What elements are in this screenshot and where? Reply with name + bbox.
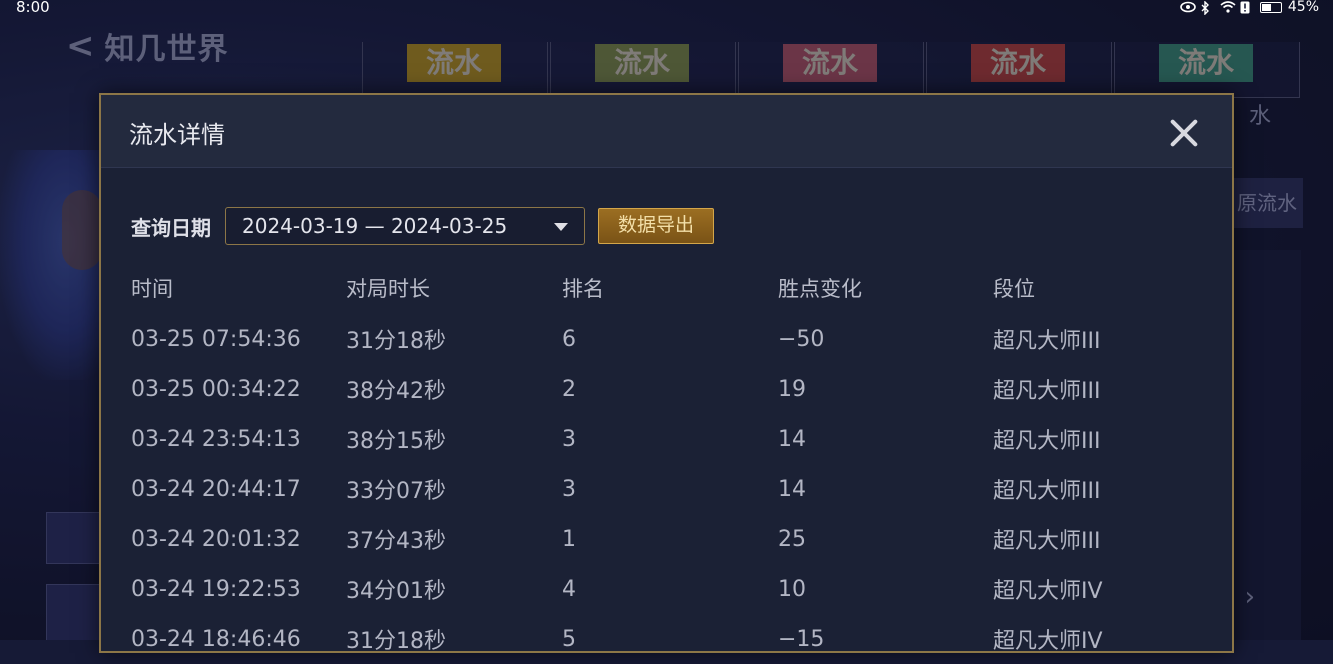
- date-range-value: 2024-03-19 — 2024-03-25: [242, 214, 508, 238]
- eye-icon: [1180, 1, 1196, 13]
- cell-tier: 超凡大师III: [993, 479, 1101, 504]
- cell-points-change: 14: [778, 426, 806, 452]
- battery-level: 45%: [1287, 0, 1319, 15]
- cell-duration: 38分42秒: [346, 379, 446, 404]
- cell-points-change: 10: [778, 576, 806, 602]
- table-row: 03-24 20:44:17 33分07秒 3 14 超凡大师III: [131, 464, 1231, 514]
- table-row: 03-24 20:01:32 37分43秒 1 25 超凡大师III: [131, 514, 1231, 564]
- column-header-duration: 对局时长: [346, 277, 430, 301]
- cell-duration: 34分01秒: [346, 579, 446, 604]
- dialog-title: 流水详情: [129, 121, 225, 149]
- cell-rank: 6: [562, 326, 576, 352]
- cell-tier: 超凡大师III: [993, 329, 1101, 354]
- status-bar: 8:00 45%: [0, 0, 1333, 18]
- table-row: 03-24 19:22:53 34分01秒 4 10 超凡大师IV: [131, 564, 1231, 614]
- cell-tier: 超凡大师III: [993, 529, 1101, 554]
- cell-duration: 38分15秒: [346, 429, 446, 454]
- query-row: 查询日期 2024-03-19 — 2024-03-25 数据导出: [131, 207, 714, 245]
- cell-rank: 4: [562, 576, 576, 602]
- cell-time: 03-24 23:54:13: [131, 426, 301, 452]
- close-icon[interactable]: [1168, 117, 1200, 149]
- date-range-select[interactable]: 2024-03-19 — 2024-03-25: [225, 207, 585, 245]
- column-header-tier: 段位: [993, 277, 1035, 301]
- column-header-points-change: 胜点变化: [778, 277, 862, 301]
- table-row: 03-25 07:54:36 31分18秒 6 −50 超凡大师III: [131, 314, 1231, 364]
- cell-points-change: −50: [778, 326, 825, 352]
- battery-icon: [1259, 1, 1282, 13]
- cell-rank: 3: [562, 426, 576, 452]
- cell-points-change: 25: [778, 526, 806, 552]
- column-header-time: 时间: [131, 277, 173, 301]
- cell-time: 03-24 18:46:46: [131, 626, 301, 652]
- cell-rank: 1: [562, 526, 576, 552]
- cell-tier: 超凡大师IV: [993, 629, 1103, 654]
- stream-details-dialog: 流水详情 查询日期 2024-03-19 — 2024-03-25 数据导出 时…: [99, 93, 1234, 654]
- wifi-icon: [1220, 1, 1236, 13]
- export-data-button[interactable]: 数据导出: [598, 208, 714, 244]
- cell-points-change: 19: [778, 376, 806, 402]
- cell-tier: 超凡大师III: [993, 379, 1101, 404]
- cell-time: 03-25 00:34:22: [131, 376, 301, 402]
- cell-tier: 超凡大师IV: [993, 579, 1103, 604]
- cell-duration: 33分07秒: [346, 479, 446, 504]
- cell-points-change: −15: [778, 626, 825, 652]
- cell-time: 03-24 19:22:53: [131, 576, 301, 602]
- cell-time: 03-24 20:01:32: [131, 526, 301, 552]
- bluetooth-icon: [1200, 0, 1214, 16]
- cell-rank: 2: [562, 376, 576, 402]
- cell-tier: 超凡大师III: [993, 429, 1101, 454]
- table-row: 03-24 23:54:13 38分15秒 3 14 超凡大师III: [131, 414, 1231, 464]
- chevron-down-icon: [554, 223, 568, 231]
- cell-time: 03-25 07:54:36: [131, 326, 301, 352]
- status-time: 8:00: [16, 0, 50, 16]
- dialog-header: 流水详情: [101, 95, 1232, 168]
- column-header-rank: 排名: [562, 277, 604, 301]
- cell-duration: 31分18秒: [346, 329, 446, 354]
- cell-points-change: 14: [778, 476, 806, 502]
- cell-rank: 5: [562, 626, 576, 652]
- cell-duration: 31分18秒: [346, 629, 446, 654]
- table-row: 03-24 18:46:46 31分18秒 5 −15 超凡大师IV: [131, 614, 1231, 664]
- cell-duration: 37分43秒: [346, 529, 446, 554]
- cell-time: 03-24 20:44:17: [131, 476, 301, 502]
- sim-alert-icon: [1240, 1, 1254, 14]
- table-header: 时间 对局时长 排名 胜点变化 段位: [131, 270, 1231, 306]
- table-row: 03-25 00:34:22 38分42秒 2 19 超凡大师III: [131, 364, 1231, 414]
- query-date-label: 查询日期: [131, 215, 211, 240]
- status-icons: 45%: [1180, 0, 1319, 16]
- stream-table: 时间 对局时长 排名 胜点变化 段位 03-25 07:54:36 31分18秒…: [131, 270, 1231, 664]
- cell-rank: 3: [562, 476, 576, 502]
